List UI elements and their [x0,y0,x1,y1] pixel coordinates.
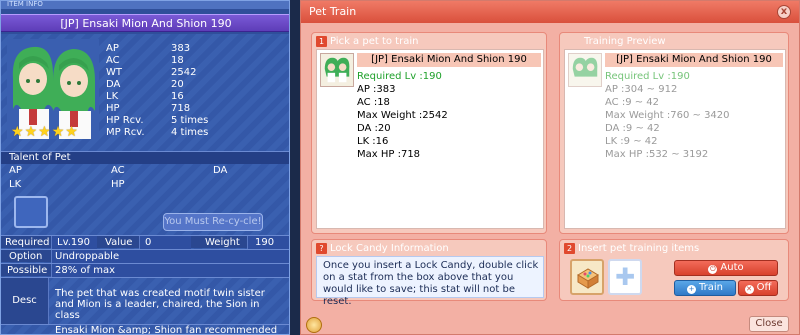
pick-pet-stats: Required Lv :190 AP :383 AC :18 Max Weig… [357,70,448,161]
talent-heading: Talent of Pet [1,151,289,164]
description-row: Desc The pet that was created motif twin… [1,277,289,324]
value-label: Value [105,237,133,248]
pet-thumbnail-icon [568,53,602,87]
option-row: Option Undroppable [1,249,289,263]
lock-candy-panel: ? Lock Candy Information Once you insert … [311,239,547,307]
stat-line: DA :9 ~ 42 [605,123,660,134]
talent-ap: AP [9,165,22,176]
training-preview-panel: Training Preview [JP] Ensaki Mion And Sh… [559,32,789,234]
pet-stat-list: AP 383 AC 18 WT 2542 DA 20 LK 16 HP 718 HP Rcv… [106,43,286,139]
pick-pet-heading: Pick a pet to train [330,36,419,47]
lock-candy-heading: Lock Candy Information [330,243,449,254]
empty-item-slot[interactable] [14,196,48,228]
lock-candy-text: Once you insert a Lock Candy, double cli… [323,260,539,307]
plus-circle-icon: + [687,285,696,294]
item-info-title: ITEM INFO [7,0,43,8]
requirement-row: Required Lv.190 Value 0 Weight 190 [1,235,289,249]
star-icon: ★ [24,124,38,140]
stat-line: AC :18 [357,97,390,108]
possible-value: 28% of max [55,265,116,276]
close-icon[interactable]: x [777,5,791,19]
fan-text: Ensaki Mion &amp; Shion fan recommended [55,325,278,335]
stat-row: HP 718 [106,103,191,114]
talent-hp: HP [111,179,125,190]
talent-grid: AP AC DA LK HP [1,164,289,192]
required-label: Required [5,237,50,248]
stat-line: AP :304 ~ 912 [605,84,678,95]
step-one-icon: 1 [316,36,327,47]
pet-train-title: Pet Train [309,5,357,18]
pet-train-titlebar: Pet Train x [301,1,799,23]
pet-item-name: [JP] Ensaki Mion And Shion 190 [1,14,289,32]
preview-stats: Required Lv :190 AP :304 ~ 912 AC :9 ~ 4… [605,70,730,161]
star-icon: ★ [65,124,78,140]
pick-pet-list[interactable]: [JP] Ensaki Mion And Shion 190 Required … [316,49,544,229]
stat-line: LK :9 ~ 42 [605,136,658,147]
stat-line: AC :9 ~ 42 [605,97,660,108]
pick-pet-panel: 1 Pick a pet to train [JP] Ensaki Mion An… [311,32,547,234]
stat-line: DA :20 [357,123,391,134]
pet-thumbnail-icon [320,53,354,87]
candy-box-icon [577,268,599,289]
close-button[interactable]: Close [749,316,789,332]
stat-line: Max Weight :2542 [357,110,448,121]
stat-row: DA 20 [106,79,184,90]
off-button[interactable]: ✕ Off [738,280,778,296]
preview-list: [JP] Ensaki Mion And Shion 190 Required … [564,49,786,229]
training-item-slot[interactable] [570,259,604,295]
talent-ac: AC [111,165,125,176]
stat-row: MP Rcv. 4 times [106,127,209,138]
possible-row: Possible 28% of max [1,263,289,277]
lock-candy-slot[interactable]: ✚ [608,259,642,295]
stat-row: HP Rcv. 5 times [106,115,209,126]
option-value: Undroppable [55,251,120,262]
weight-value: 190 [255,237,275,248]
desc-text: The pet that was created motif twin sist… [55,288,265,321]
plus-icon: ✚ [614,263,636,291]
stat-row: LK 16 [106,91,184,102]
required-value: Lv.190 [57,237,90,248]
preview-pet-name: [JP] Ensaki Mion And Shion 190 [605,53,783,67]
stat-row: AP 383 [106,43,191,54]
item-info-titlebar: ITEM INFO [1,1,289,9]
star-icon: ★ [38,124,51,140]
item-info-window: ITEM INFO [JP] Ensaki Mion And Shion 190… [0,0,290,335]
option-label: Option [9,251,43,262]
stat-line: Max Weight :760 ~ 3420 [605,110,730,121]
talent-lk: LK [9,179,22,190]
preview-heading: Training Preview [584,36,666,47]
star-icon: ★ [11,124,24,140]
pick-pet-name: [JP] Ensaki Mion And Shion 190 [357,53,541,67]
stat-line: LK :16 [357,136,389,147]
rarity-stars: ★ ★ ★ ★ ★ [11,125,78,139]
fan-row: Ensaki Mion &amp; Shion fan recommended [1,324,289,335]
stat-row: AC 18 [106,55,184,66]
x-circle-icon: ✕ [744,285,754,294]
candy-bag-icon [306,317,322,333]
auto-button[interactable]: ⏻ Auto [674,260,778,276]
required-level: Required Lv :190 [605,71,690,82]
power-icon: ⏻ [708,265,718,274]
help-icon: ? [316,243,327,254]
desc-label: Desc [1,278,49,324]
stat-line: Max HP :718 [357,149,421,160]
insert-items-panel: 2 Insert pet training items ✚ ⏻ Auto + Trai… [559,239,789,301]
recycle-button[interactable]: You Must Re-cy-cle! [163,213,263,231]
star-icon: ★ [51,124,65,140]
required-level: Required Lv :190 [357,71,442,82]
stat-row: WT 2542 [106,67,197,78]
pet-train-window: Pet Train x 1 Pick a pet to train [JP] En… [300,0,800,335]
stat-line: AP :383 [357,84,396,95]
stat-line: Max HP :532 ~ 3192 [605,149,709,160]
train-button[interactable]: + Train [674,280,736,296]
value-amount: 0 [145,237,152,248]
step-two-icon: 2 [564,243,575,254]
talent-da: DA [213,165,228,176]
insert-items-heading: Insert pet training items [578,243,700,254]
weight-label: Weight [205,237,240,248]
possible-label: Possible [7,265,48,276]
